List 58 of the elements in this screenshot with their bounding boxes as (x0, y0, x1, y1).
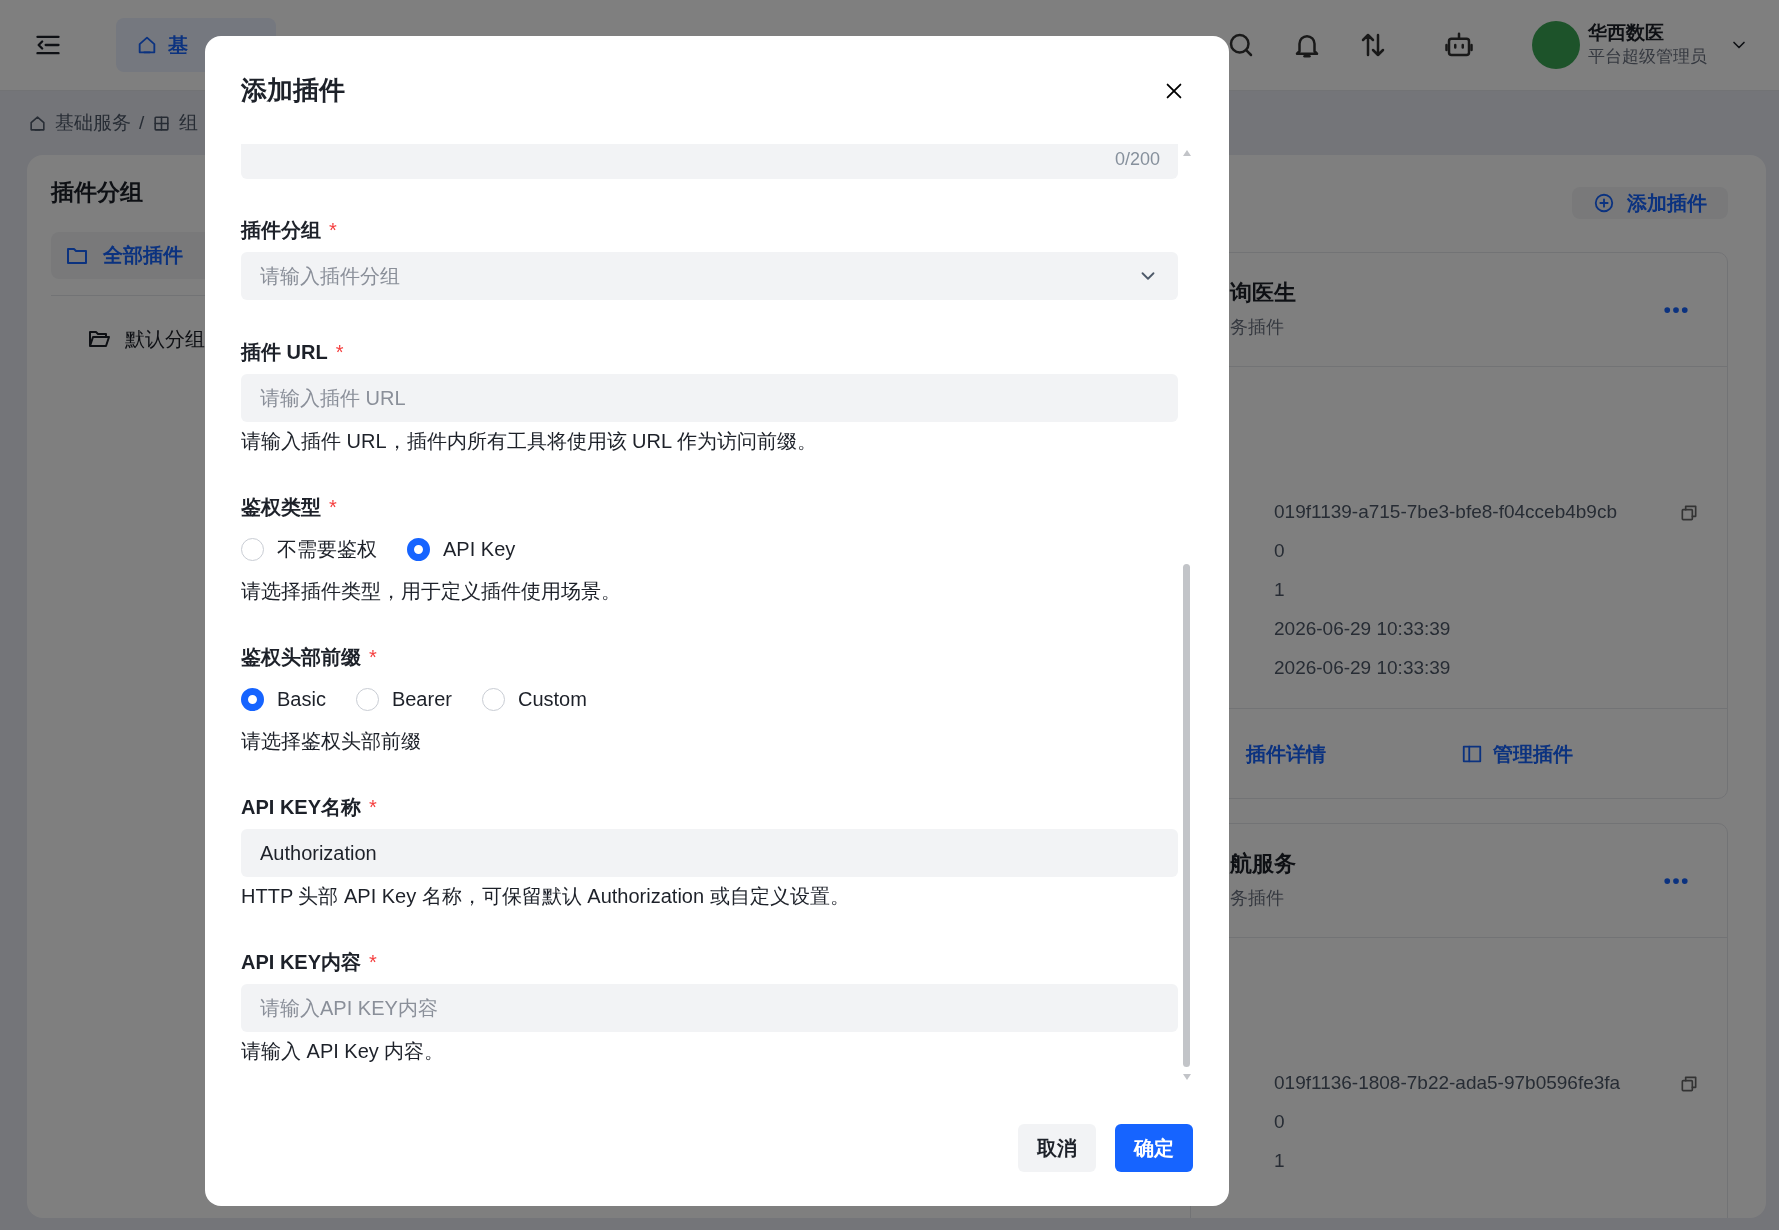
character-counter: 0/200 (241, 144, 1178, 179)
field-value: 019f1136-1808-7b22-ada5-97b0596fe3fa (1274, 1071, 1621, 1096)
group-item[interactable]: 默认分组 (51, 315, 227, 363)
home-icon (28, 113, 47, 133)
select-field[interactable]: 请输入插件分组 (241, 252, 1178, 300)
avatar (1532, 21, 1580, 69)
details-link[interactable]: 插件详情 (1246, 738, 1326, 769)
required-mark: * (329, 218, 337, 243)
user-name: 华西数医 (1588, 21, 1665, 45)
plugin-type: 务插件 (1230, 315, 1285, 339)
help-text: 请输入插件 URL，插件内所有工具将使用该 URL 作为访问前缀。 (241, 429, 818, 454)
cancel-button[interactable]: 取消 (1018, 1124, 1096, 1172)
plus-circle-icon (1593, 192, 1615, 214)
plugin-type: 务插件 (1230, 886, 1285, 910)
help-text: 请输入 API Key 内容。 (241, 1039, 446, 1064)
field-value: 0 (1274, 1110, 1285, 1135)
plugin-title: 航服务 (1230, 849, 1296, 878)
scrollbar-thumb[interactable] (1183, 564, 1190, 1067)
add-plugin-button[interactable]: 添加插件 (1572, 187, 1728, 219)
input-field[interactable]: Authorization (241, 829, 1178, 877)
field-label: 鉴权类型 (241, 495, 321, 520)
required-mark: * (369, 950, 377, 975)
input-field[interactable]: 请输入API KEY内容 (241, 984, 1178, 1032)
breadcrumb-item[interactable]: 基础服务 (55, 108, 131, 138)
confirm-button[interactable]: 确定 (1115, 1124, 1193, 1172)
breadcrumb-separator: / (139, 110, 145, 135)
field-label: 插件 URL (241, 340, 328, 365)
field-value: 2026-06-29 10:33:39 (1274, 656, 1451, 681)
field-label: 插件分组 (241, 218, 321, 243)
required-mark: * (369, 645, 377, 670)
radio-option[interactable]: Custom (481, 684, 587, 714)
field-value: 1 (1274, 1149, 1285, 1174)
sidebar-title: 插件分组 (51, 178, 144, 207)
field-label: API KEY内容 (241, 950, 362, 975)
help-text: 请选择插件类型，用于定义插件使用场景。 (241, 579, 622, 604)
breadcrumb-item[interactable]: 组 (179, 108, 199, 138)
required-mark: * (369, 795, 377, 820)
home-icon (136, 34, 158, 56)
radio-option[interactable]: Bearer (355, 684, 452, 714)
manage-link[interactable]: 管理插件 (1461, 738, 1573, 769)
field-value: 0 (1274, 539, 1285, 564)
field-label: 鉴权头部前缀 (241, 645, 361, 670)
field-value: 019f1139-a715-7be3-bfe8-f04cceb4b9cb (1274, 500, 1617, 525)
field-label: API KEY名称 (241, 795, 362, 820)
radio-option[interactable]: Basic (241, 684, 326, 714)
radio-option[interactable]: 不需要鉴权 (241, 534, 377, 564)
required-mark: * (335, 340, 344, 365)
input-field[interactable]: 请输入插件 URL (241, 374, 1178, 422)
help-text: 请选择鉴权头部前缀 (241, 729, 422, 754)
field-value: 2026-06-29 10:33:39 (1274, 617, 1451, 642)
radio-option[interactable]: API Key (407, 534, 516, 564)
user-role: 平台超级管理员 (1588, 46, 1707, 68)
dialog-title: 添加插件 (241, 74, 345, 106)
grid-icon (152, 113, 172, 133)
required-mark: * (329, 495, 337, 520)
field-value: 1 (1274, 578, 1285, 603)
plugin-title: 询医生 (1230, 278, 1296, 307)
help-text: HTTP 头部 API Key 名称，可保留默认 Authorization 或自定义设置。 (241, 884, 851, 909)
